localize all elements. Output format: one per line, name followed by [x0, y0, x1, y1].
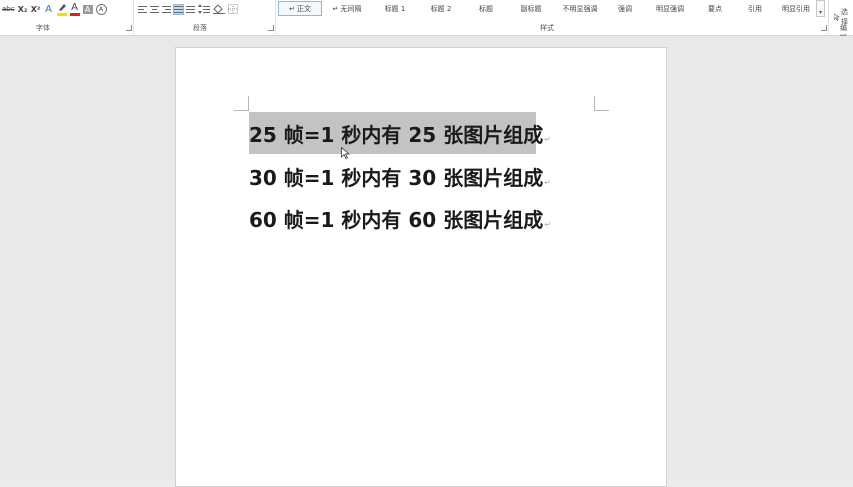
superscript-button[interactable]: X² [31, 2, 41, 16]
highlight-color-button[interactable] [56, 3, 67, 16]
shading-button[interactable] [213, 2, 225, 16]
paragraph-toolbar [138, 1, 240, 17]
style-no-spacing[interactable]: ↵ 无间隔 [322, 1, 372, 16]
group-separator [828, 0, 829, 34]
paragraph-line[interactable]: 30 帧=1 秒内有 30 张图片组成 ↵ [249, 155, 551, 197]
line-text: 30 帧=1 秒内有 30 张图片组成 [249, 165, 544, 190]
style-quote[interactable]: 引用 [734, 1, 776, 16]
paragraph-dialog-launcher[interactable] [268, 25, 274, 31]
paragraph-mark: ↵ [544, 220, 551, 229]
strikethrough-button[interactable]: abc [2, 2, 15, 16]
paragraph-mark: ↵ [544, 135, 551, 144]
line-text: 25 帧=1 秒内有 25 张图片组成 [249, 122, 544, 147]
styles-more-button[interactable]: ▾ [816, 0, 825, 17]
align-right-button[interactable] [162, 5, 171, 14]
font-dialog-launcher[interactable] [126, 25, 132, 31]
subscript-button[interactable]: X₂ [18, 2, 28, 16]
mouse-pointer-icon [341, 147, 350, 159]
style-normal[interactable]: ↵ 正文 [278, 1, 322, 16]
align-left-button[interactable] [138, 5, 147, 14]
distributed-button[interactable] [186, 5, 195, 14]
highlighter-icon [58, 4, 66, 11]
chevron-down-icon: ▾ [818, 9, 822, 16]
align-center-button[interactable] [150, 5, 159, 14]
paragraph-mark: ↵ [544, 178, 551, 187]
borders-icon [228, 4, 238, 14]
styles-dialog-launcher[interactable] [821, 25, 827, 31]
paragraph-line[interactable]: 25 帧=1 秒内有 25 张图片组成 ↵ [249, 112, 551, 154]
margin-corner-top-right [594, 96, 609, 111]
style-subtitle[interactable]: 副标题 [508, 1, 554, 16]
style-strong[interactable]: 要点 [696, 1, 734, 16]
group-separator [275, 0, 276, 34]
style-heading-2[interactable]: 标题 2 [418, 1, 464, 16]
group-separator [133, 0, 134, 34]
paragraph-line[interactable]: 60 帧=1 秒内有 60 张图片组成 ↵ [249, 197, 551, 239]
group-label-font: 字体 [36, 24, 50, 32]
styles-gallery: ↵ 正文 ↵ 无间隔 标题 1 标题 2 标题 副标题 不明显强调 强调 明显强… [278, 0, 816, 17]
style-emphasis[interactable]: 强调 [606, 1, 644, 16]
style-subtle-emphasis[interactable]: 不明显强调 [554, 1, 606, 16]
style-intense-emphasis[interactable]: 明显强调 [644, 1, 696, 16]
character-shading-button[interactable]: A [82, 4, 93, 14]
style-title[interactable]: 标题 [464, 1, 508, 16]
style-heading-1[interactable]: 标题 1 [372, 1, 418, 16]
font-color-button[interactable]: A [69, 2, 80, 16]
line-spacing-icon [198, 4, 210, 14]
margin-corner-top-left [234, 96, 249, 111]
group-label-paragraph: 段落 [193, 24, 207, 32]
borders-button[interactable] [228, 2, 240, 16]
cursor-arrow-icon [834, 13, 840, 21]
line-spacing-button[interactable] [198, 2, 210, 16]
font-toolbar: abc X₂ X² A A A A [2, 1, 107, 17]
justify-button[interactable] [173, 3, 184, 15]
paint-bucket-icon [213, 4, 225, 14]
enclose-characters-button[interactable]: A [95, 3, 107, 15]
style-intense-quote[interactable]: 明显引用 [776, 1, 816, 16]
ribbon: abc X₂ X² A A A A ↵ 正文 ↵ 无间隔 标题 1 标题 2 标… [0, 0, 853, 42]
text-effects-button[interactable]: A [44, 2, 54, 16]
line-text: 60 帧=1 秒内有 60 张图片组成 [249, 207, 544, 232]
group-label-styles: 样式 [540, 24, 554, 32]
